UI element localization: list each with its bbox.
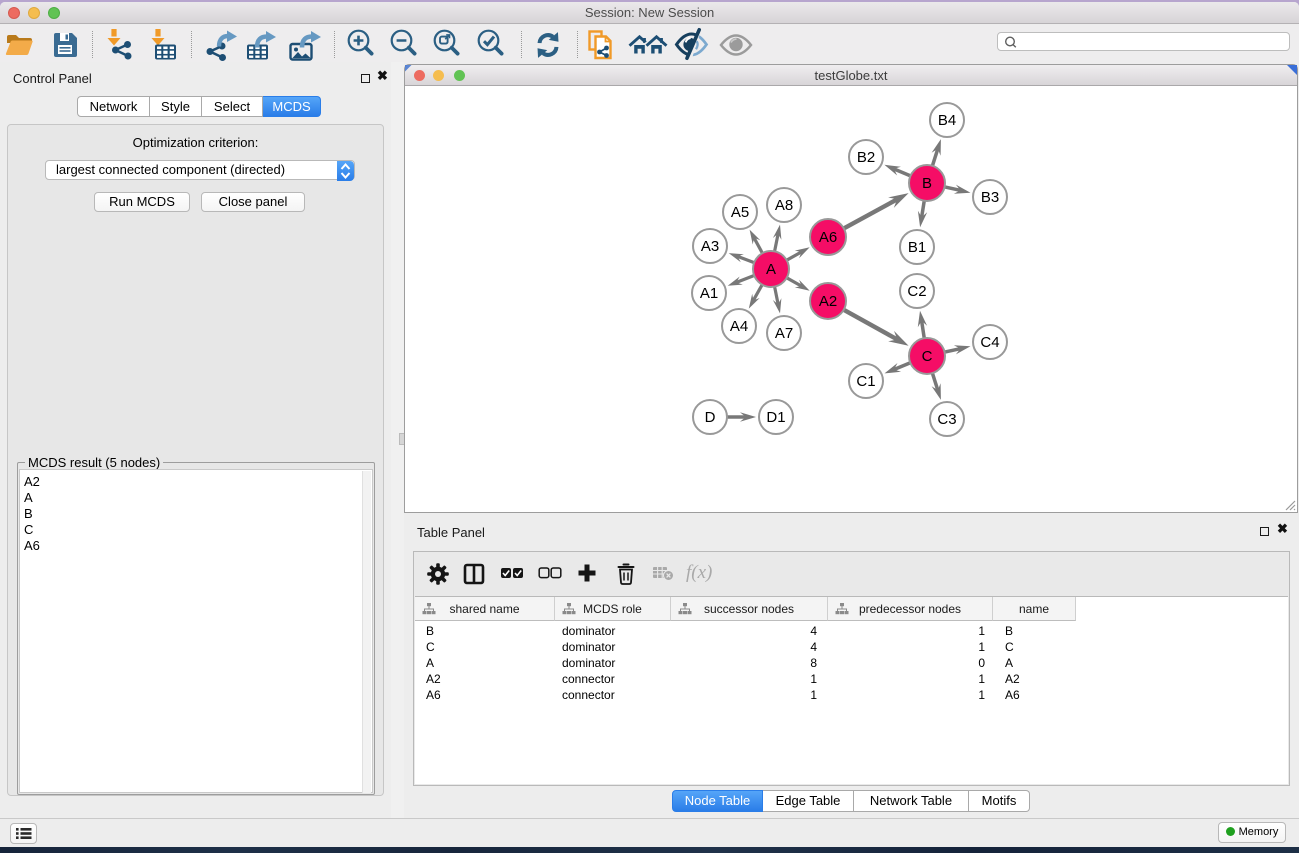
svg-text:C: C <box>922 348 933 365</box>
svg-text:A8: A8 <box>775 197 793 214</box>
svg-text:A1: A1 <box>700 285 718 302</box>
svg-text:B1: B1 <box>908 239 926 256</box>
svg-text:C4: C4 <box>980 334 999 351</box>
svg-text:B: B <box>922 175 932 192</box>
svg-text:D: D <box>705 409 716 426</box>
svg-text:A6: A6 <box>819 229 837 246</box>
svg-text:A4: A4 <box>730 318 748 335</box>
svg-text:B4: B4 <box>938 112 956 129</box>
svg-text:A2: A2 <box>819 293 837 310</box>
svg-text:A5: A5 <box>731 204 749 221</box>
svg-text:C2: C2 <box>907 283 926 300</box>
svg-text:C1: C1 <box>856 373 875 390</box>
svg-text:A: A <box>766 261 776 278</box>
svg-text:D1: D1 <box>766 409 785 426</box>
svg-text:B3: B3 <box>981 189 999 206</box>
svg-text:B2: B2 <box>857 149 875 166</box>
svg-text:A3: A3 <box>701 238 719 255</box>
svg-text:A7: A7 <box>775 325 793 342</box>
svg-text:C3: C3 <box>937 411 956 428</box>
